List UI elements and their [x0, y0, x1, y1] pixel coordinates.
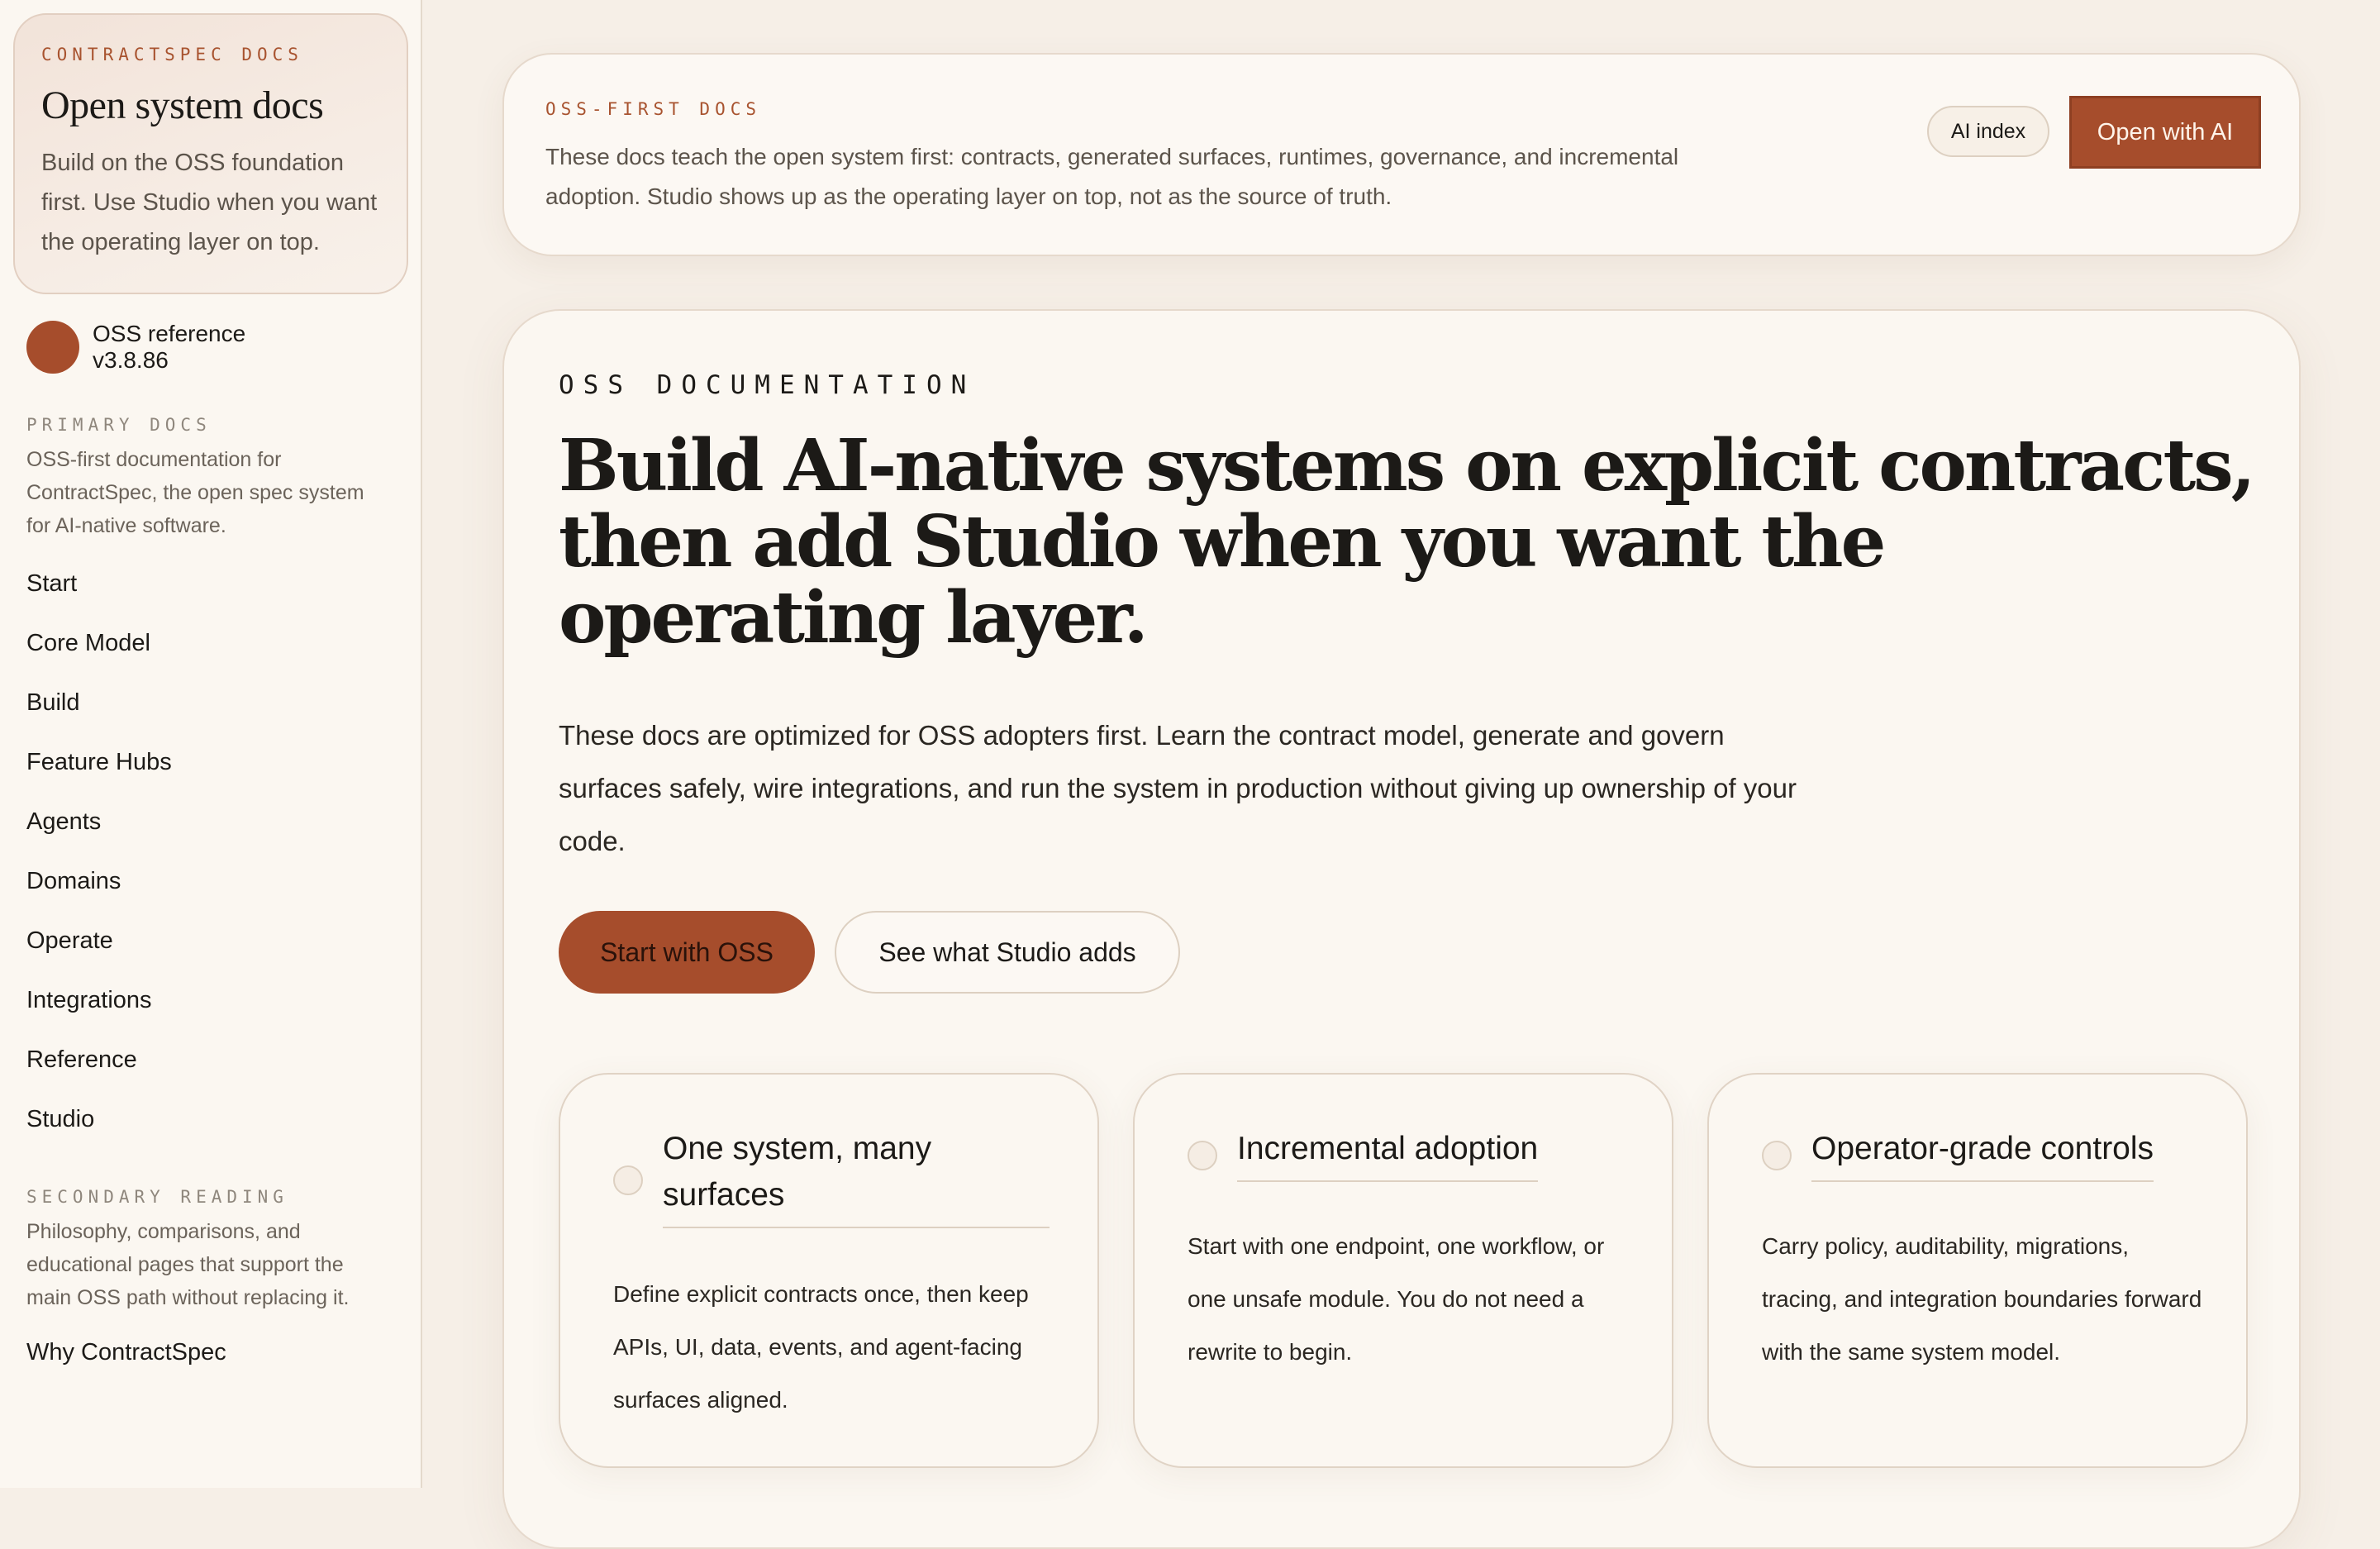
nav-item-why-contractspec[interactable]: Why ContractSpec — [13, 1323, 406, 1382]
brand-title: Open system docs — [41, 83, 324, 127]
nav-item-operate[interactable]: Operate — [13, 911, 406, 970]
feature-text: Carry policy, auditability, migrations, … — [1762, 1233, 2202, 1365]
nav-item-domains[interactable]: Domains — [13, 851, 406, 911]
brand-card: CONTRACTSPEC DOCS Open system docs Build… — [13, 13, 408, 294]
oss-first-banner: OSS-FIRST DOCS These docs teach the open… — [502, 53, 2301, 256]
nav-item-start[interactable]: Start — [13, 554, 406, 613]
feature-card-one-system: One system, many surfaces Define explici… — [559, 1073, 1099, 1468]
feature-text: Start with one endpoint, one workflow, o… — [1188, 1233, 1605, 1365]
open-with-ai-button[interactable]: Open with AI — [2069, 96, 2261, 169]
start-with-oss-button[interactable]: Start with OSS — [559, 911, 815, 994]
version-dot-icon — [26, 321, 79, 374]
version-label: OSS reference — [93, 321, 246, 346]
secondary-nav: Why ContractSpec — [13, 1323, 406, 1382]
hero-description: These docs are optimized for OSS adopter… — [559, 720, 1797, 856]
feature-card-incremental-adoption: Incremental adoption Start with one endp… — [1133, 1073, 1673, 1468]
nav-item-agents[interactable]: Agents — [13, 792, 406, 851]
hero-card: OSS DOCUMENTATION Build AI-native system… — [502, 309, 2301, 1549]
banner-text: These docs teach the open system first: … — [545, 144, 1679, 209]
secondary-reading-label: SECONDARY READING — [26, 1187, 288, 1207]
see-studio-adds-button[interactable]: See what Studio adds — [835, 911, 1180, 994]
brand-description: Build on the OSS foundation first. Use S… — [41, 150, 378, 255]
circle-icon — [1188, 1141, 1217, 1170]
primary-docs-label: PRIMARY DOCS — [26, 415, 212, 435]
feature-card-operator-controls: Operator-grade controls Carry policy, au… — [1707, 1073, 2248, 1468]
nav-item-build[interactable]: Build — [13, 673, 406, 732]
feature-text: Define explicit contracts once, then kee… — [613, 1281, 1029, 1413]
secondary-reading-description: Philosophy, comparisons, and educational… — [26, 1220, 350, 1309]
primary-docs-description: OSS-first documentation for ContractSpec… — [26, 448, 364, 537]
feature-title: Operator-grade controls — [1811, 1126, 2154, 1182]
feature-title: One system, many surfaces — [663, 1126, 1050, 1228]
hero-eyebrow: OSS DOCUMENTATION — [559, 370, 976, 400]
feature-title: Incremental adoption — [1237, 1126, 1539, 1182]
version-badge: OSS reference v3.8.86 — [13, 321, 406, 374]
nav-item-integrations[interactable]: Integrations — [13, 970, 406, 1030]
nav-item-reference[interactable]: Reference — [13, 1030, 406, 1089]
nav-item-studio[interactable]: Studio — [13, 1089, 406, 1149]
circle-icon — [1762, 1141, 1792, 1170]
primary-nav: Start Core Model Build Feature Hubs Agen… — [13, 554, 406, 1149]
circle-icon — [613, 1165, 643, 1195]
nav-item-feature-hubs[interactable]: Feature Hubs — [13, 732, 406, 792]
brand-eyebrow: CONTRACTSPEC DOCS — [41, 45, 303, 64]
sidebar: CONTRACTSPEC DOCS Open system docs Build… — [0, 0, 422, 1488]
ai-index-button[interactable]: AI index — [1927, 106, 2049, 157]
banner-eyebrow: OSS-FIRST DOCS — [545, 99, 762, 119]
hero-title: Build AI-native systems on explicit cont… — [559, 424, 2256, 660]
nav-item-core-model[interactable]: Core Model — [13, 613, 406, 673]
version-number: v3.8.86 — [93, 347, 169, 373]
